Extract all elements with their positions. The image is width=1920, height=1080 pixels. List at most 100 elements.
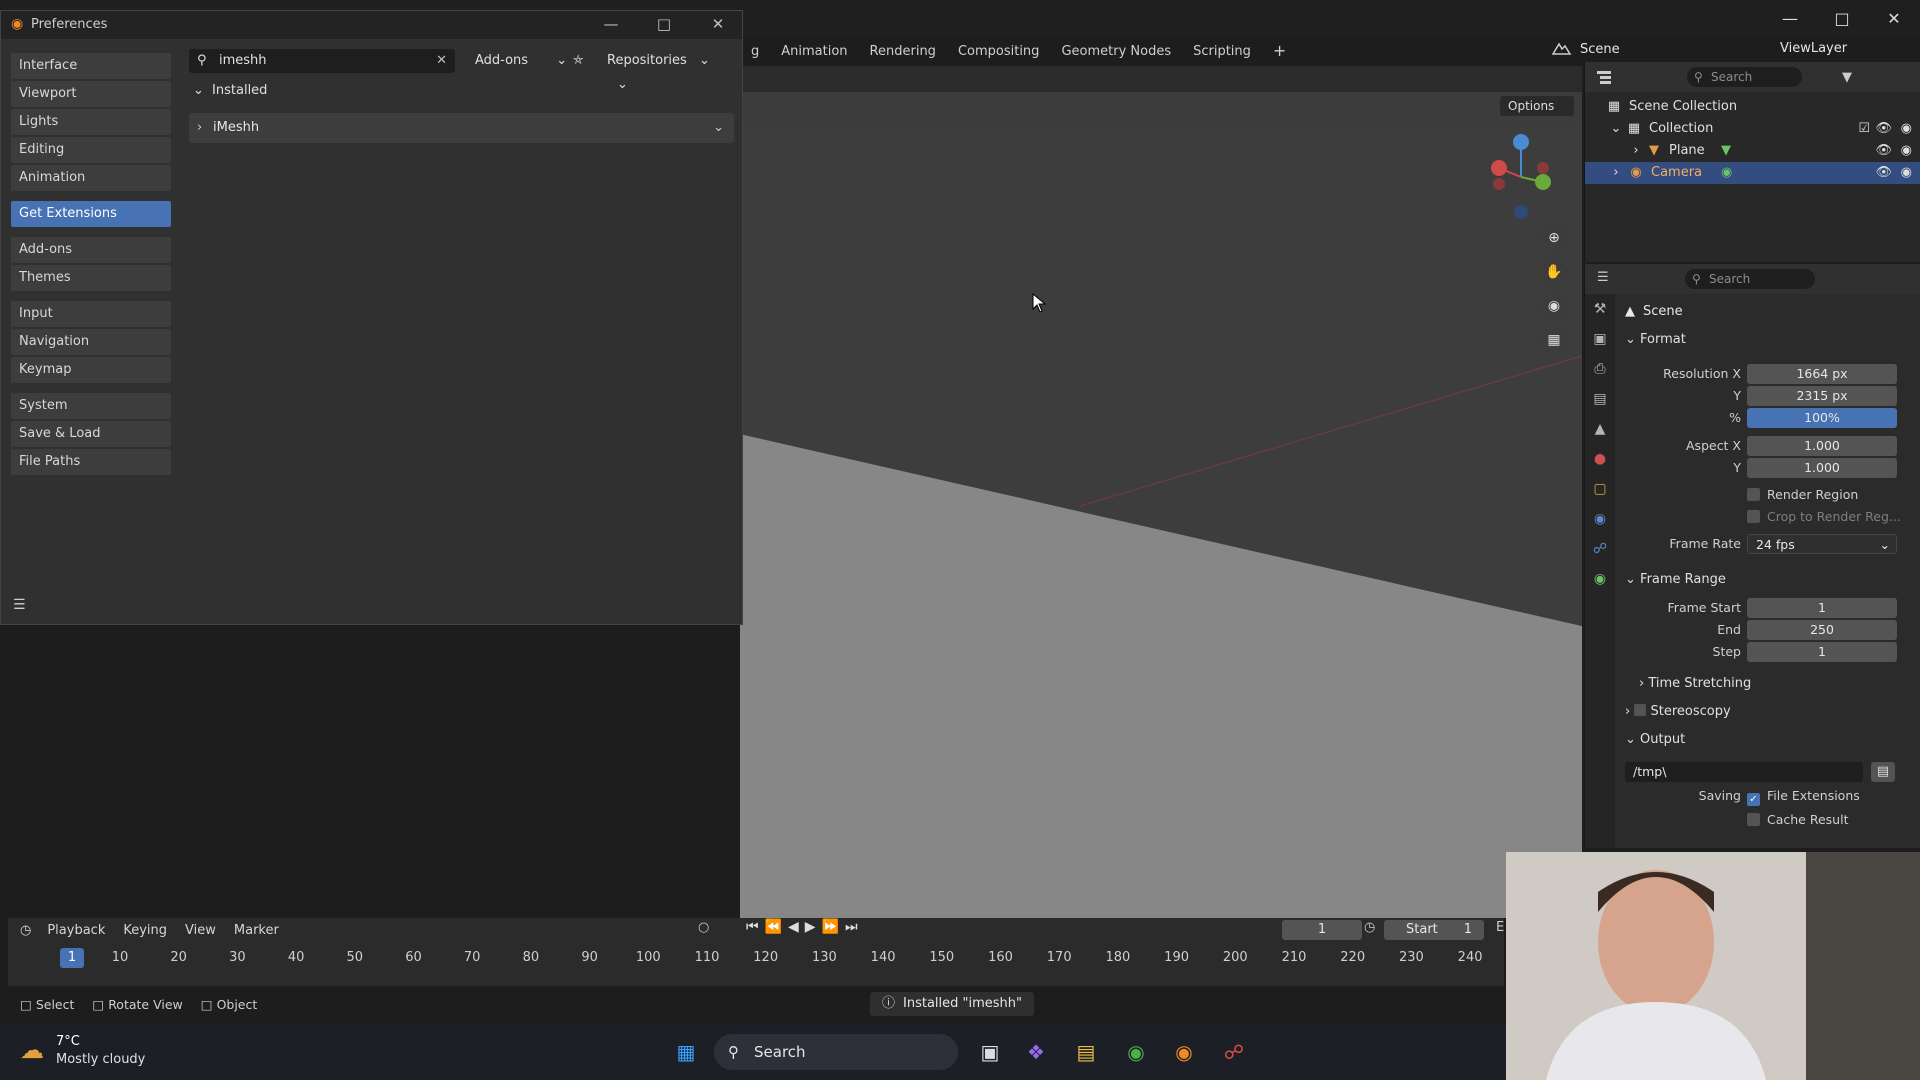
clock-icon[interactable]: ◷: [20, 923, 31, 938]
checkbox-icon[interactable]: ☑: [1858, 118, 1870, 140]
navigation-gizmo[interactable]: [1486, 132, 1556, 222]
chevron-down-icon[interactable]: ⌄: [617, 77, 628, 92]
frame-end-field[interactable]: 250: [1747, 620, 1897, 640]
frame-start-field[interactable]: 1: [1747, 598, 1897, 618]
output-tab-icon[interactable]: ⎙: [1585, 354, 1615, 384]
file-extensions-checkbox[interactable]: ✓ File Extensions: [1747, 788, 1860, 806]
record-icon[interactable]: ○: [698, 920, 709, 935]
copilot-icon[interactable]: ❖: [1020, 1036, 1052, 1068]
format-panel-header[interactable]: ⌄ Format: [1625, 332, 1686, 347]
sidebar-item-input[interactable]: Input: [11, 301, 171, 327]
close-icon[interactable]: ✕: [1868, 0, 1920, 36]
sidebar-item-get-extensions[interactable]: Get Extensions: [11, 201, 171, 227]
repositories-dropdown[interactable]: Repositories ⌄ ⌄: [607, 49, 734, 92]
pan-hand-icon[interactable]: ✋: [1540, 258, 1568, 286]
close-icon[interactable]: ✕: [703, 15, 733, 33]
view-menu[interactable]: View: [185, 923, 216, 938]
chrome-icon[interactable]: ◉: [1120, 1036, 1152, 1068]
sidebar-item-file-paths[interactable]: File Paths: [11, 449, 171, 475]
sidebar-item-add-ons[interactable]: Add-ons: [11, 237, 171, 263]
render-tab-icon[interactable]: ▣: [1585, 324, 1615, 354]
viewport-options-dropdown[interactable]: Options: [1500, 96, 1574, 116]
task-view-icon[interactable]: ▣: [974, 1036, 1006, 1068]
playhead[interactable]: 1: [60, 948, 84, 968]
sidebar-item-navigation[interactable]: Navigation: [11, 329, 171, 355]
constraints-tab-icon[interactable]: ☍: [1585, 534, 1615, 564]
sidebar-item-viewport[interactable]: Viewport: [11, 81, 171, 107]
hamburger-menu-icon[interactable]: ☰: [13, 597, 26, 613]
end-frame-field[interactable]: E: [1496, 920, 1504, 935]
frame-step-field[interactable]: 1: [1747, 642, 1897, 662]
extensions-search-input[interactable]: ⚲ imeshh ✕: [189, 49, 455, 73]
3d-viewport[interactable]: [740, 66, 1582, 918]
current-frame-field[interactable]: 1: [1282, 920, 1362, 940]
sidebar-item-editing[interactable]: Editing: [11, 137, 171, 163]
tag-icon[interactable]: ⛤: [573, 49, 583, 73]
tab-scripting[interactable]: Scripting: [1182, 40, 1262, 64]
windows-start-icon[interactable]: ▦: [670, 1036, 702, 1068]
sidebar-item-themes[interactable]: Themes: [11, 265, 171, 291]
minimize-icon[interactable]: —: [1764, 0, 1816, 36]
sidebar-item-keymap[interactable]: Keymap: [11, 357, 171, 383]
chevron-right-icon[interactable]: ›: [197, 113, 202, 143]
resolution-y-field[interactable]: 2315 px: [1747, 386, 1897, 406]
marker-menu[interactable]: Marker: [234, 923, 279, 938]
tool-tab-icon[interactable]: ⚒: [1585, 294, 1615, 324]
frame-ruler[interactable]: 10 20 30 40 50 60 70 80 90 100 110 120 130 140 150 160 1…: [8, 946, 1504, 970]
maximize-icon[interactable]: □: [1816, 0, 1868, 36]
view-layer-name[interactable]: ViewLayer: [1780, 38, 1847, 60]
object-tab-icon[interactable]: ▢: [1585, 474, 1615, 504]
physics-tab-icon[interactable]: ◉: [1585, 504, 1615, 534]
eye-icon[interactable]: 👁: [1875, 162, 1892, 184]
frame-range-panel-header[interactable]: ⌄ Frame Range: [1625, 572, 1726, 587]
folder-icon[interactable]: ▤: [1871, 762, 1895, 782]
tab-partial[interactable]: g: [740, 40, 770, 64]
output-path-field[interactable]: /tmp\: [1625, 762, 1863, 782]
clear-search-icon[interactable]: ✕: [436, 49, 447, 73]
extension-row-imeshh[interactable]: › iMeshh ⌄: [189, 113, 734, 143]
outliner-row-camera[interactable]: › ◉ Camera ◉ 👁 ◉: [1585, 162, 1920, 184]
time-stretching-header[interactable]: › Time Stretching: [1639, 676, 1751, 691]
sidebar-item-system[interactable]: System: [11, 393, 171, 419]
keying-menu[interactable]: Keying: [123, 923, 167, 938]
maximize-icon[interactable]: □: [649, 15, 679, 33]
app-icon[interactable]: ☍: [1218, 1036, 1250, 1068]
outliner-row-scene-collection[interactable]: ▦ Scene Collection: [1585, 96, 1920, 118]
output-panel-header[interactable]: ⌄ Output: [1625, 732, 1685, 747]
tab-compositing[interactable]: Compositing: [947, 40, 1051, 64]
outliner-row-collection[interactable]: ⌄ ▦ Collection ☑ 👁 ◉: [1585, 118, 1920, 140]
eye-icon[interactable]: 👁: [1875, 140, 1892, 162]
minimize-icon[interactable]: —: [596, 15, 626, 33]
editor-type-icon[interactable]: [1595, 69, 1617, 85]
sidebar-item-animation[interactable]: Animation: [11, 165, 171, 191]
resolution-pct-field[interactable]: 100%: [1747, 408, 1897, 428]
chevron-right-icon[interactable]: ›: [1627, 140, 1645, 162]
data-tab-icon[interactable]: ◉: [1585, 564, 1615, 594]
playback-menu[interactable]: Playback: [47, 923, 105, 938]
installed-section-header[interactable]: ⌄ Installed: [193, 83, 267, 98]
file-explorer-icon[interactable]: ▤: [1070, 1036, 1102, 1068]
scene-tab-icon[interactable]: ▲: [1585, 414, 1615, 444]
properties-search-input[interactable]: ⚲ Search: [1685, 269, 1815, 289]
sidebar-item-save-load[interactable]: Save & Load: [11, 421, 171, 447]
tab-rendering[interactable]: Rendering: [859, 40, 947, 64]
tab-geometry-nodes[interactable]: Geometry Nodes: [1050, 40, 1182, 64]
frame-rate-dropdown[interactable]: 24 fps ⌄: [1747, 534, 1897, 554]
taskbar-search[interactable]: ⚲ Search: [714, 1034, 958, 1070]
eye-icon[interactable]: 👁: [1875, 118, 1892, 140]
chevron-down-icon[interactable]: ⌄: [713, 113, 724, 143]
cache-result-checkbox[interactable]: Cache Result: [1747, 812, 1848, 827]
camera-view-icon[interactable]: ◉: [1540, 292, 1568, 320]
camera-render-icon[interactable]: ◉: [1901, 140, 1912, 162]
outliner-search-input[interactable]: ⚲ Search: [1687, 67, 1802, 87]
camera-render-icon[interactable]: ◉: [1901, 118, 1912, 140]
add-workspace-button[interactable]: +: [1262, 40, 1297, 64]
sidebar-item-lights[interactable]: Lights: [11, 109, 171, 135]
chevron-down-icon[interactable]: ⌄: [1607, 118, 1625, 140]
playback-controls[interactable]: ⏮⏪◀▶⏩⏭: [746, 919, 864, 935]
tab-animation[interactable]: Animation: [770, 40, 858, 64]
aspect-y-field[interactable]: 1.000: [1747, 458, 1897, 478]
editor-type-icon[interactable]: ☰: [1597, 270, 1609, 285]
outliner-row-plane[interactable]: › ▼ Plane ▼ 👁 ◉: [1585, 140, 1920, 162]
filter-icon[interactable]: ▼: [1842, 70, 1852, 85]
